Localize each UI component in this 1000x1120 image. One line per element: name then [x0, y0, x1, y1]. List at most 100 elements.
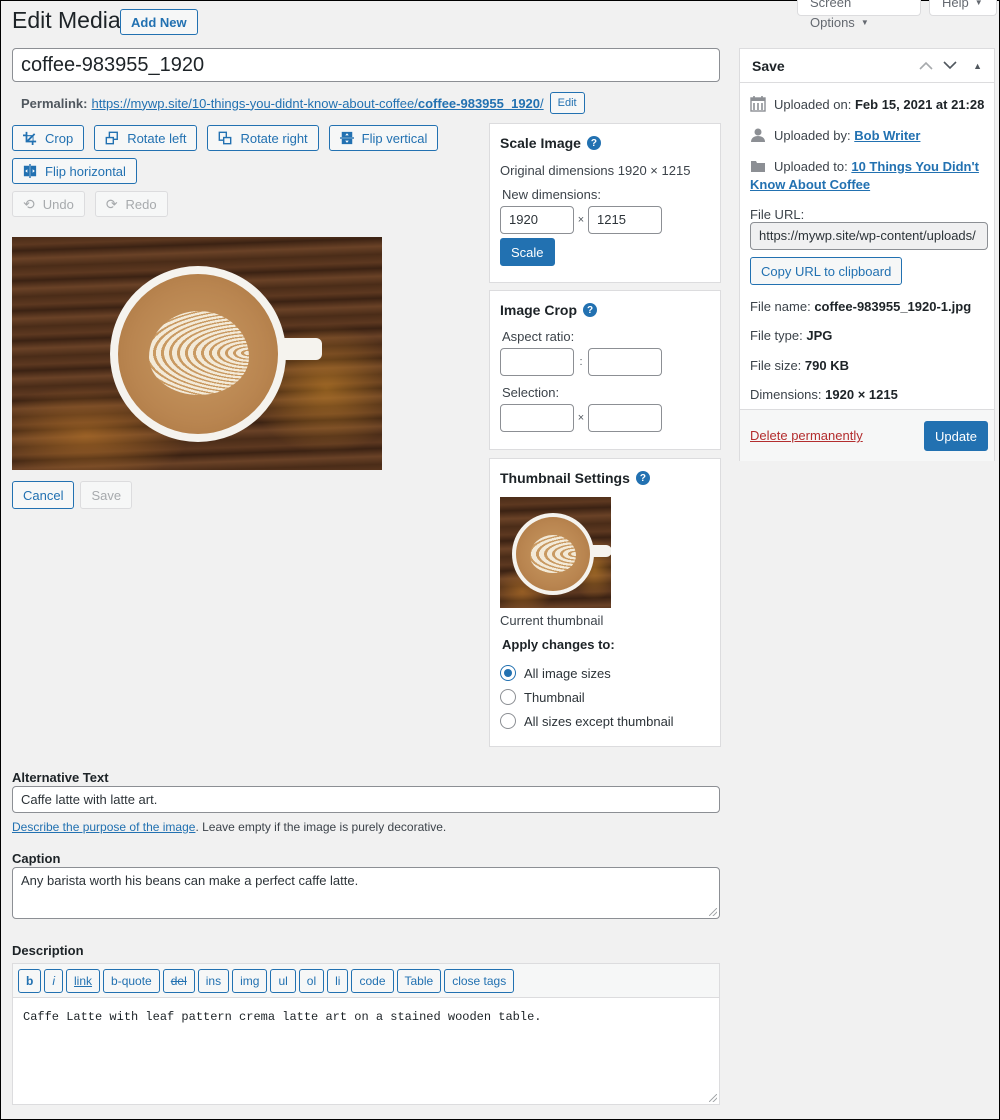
user-icon — [751, 128, 765, 142]
alt-text-input[interactable]: Caffe latte with latte art. — [12, 786, 720, 813]
aspect-height-input[interactable] — [588, 348, 662, 376]
flip-vertical-icon — [339, 131, 354, 145]
dimensions-label: Dimensions: — [750, 387, 822, 402]
rotate-right-icon — [219, 131, 232, 145]
screen-options-tab[interactable]: Screen Options ▼ — [797, 0, 921, 30]
redo-label: Redo — [125, 196, 157, 212]
radio-label: All sizes except thumbnail — [524, 713, 674, 729]
crop-icon — [23, 131, 37, 145]
move-down-icon[interactable] — [943, 61, 957, 70]
qt-italic-button[interactable]: i — [44, 968, 64, 993]
cancel-button[interactable]: Cancel — [12, 481, 75, 509]
caption-label: Caption — [12, 851, 61, 866]
flip-horizontal-button[interactable]: Flip horizontal — [12, 158, 137, 184]
save-metabox-footer: Delete permanently Update — [740, 409, 994, 461]
undo-icon: ⟲ — [23, 195, 35, 212]
thumbnail-settings-title: Thumbnail Settings — [500, 470, 630, 486]
resize-handle-icon[interactable] — [709, 1094, 717, 1102]
screen-options-label: Screen Options — [810, 0, 855, 30]
radio-all-except-thumbnail[interactable]: All sizes except thumbnail — [500, 709, 674, 733]
description-textarea[interactable]: Caffe Latte with leaf pattern crema latt… — [12, 997, 720, 1105]
file-type-value: JPG — [806, 328, 833, 343]
file-size-value: 790 KB — [804, 358, 849, 373]
help-icon[interactable]: ? — [583, 303, 598, 317]
permalink-row: Permalink: https://mywp.site/10-things-y… — [21, 92, 585, 114]
flip-horizontal-icon — [23, 164, 37, 178]
scale-image-heading: Scale Image ? — [500, 135, 601, 151]
help-tab[interactable]: Help ▼ — [929, 0, 997, 16]
qt-ins-button[interactable]: ins — [197, 968, 230, 993]
add-new-button[interactable]: Add New — [120, 9, 198, 35]
scale-button[interactable]: Scale — [500, 238, 555, 266]
rotate-left-button[interactable]: Rotate left — [94, 125, 198, 151]
crop-button[interactable]: Crop — [12, 125, 85, 151]
radio-label: Thumbnail — [524, 689, 585, 705]
qt-li-button[interactable]: li — [327, 968, 349, 993]
uploaded-on-value: Feb 15, 2021 at 21:28 — [854, 96, 985, 112]
qt-img-button[interactable]: img — [232, 968, 268, 993]
aspect-width-input[interactable] — [500, 348, 574, 376]
file-url-input[interactable]: https://mywp.site/wp-content/uploads/ — [750, 222, 988, 250]
qt-table-button[interactable]: Table — [396, 968, 442, 993]
rotate-left-label: Rotate left — [127, 130, 187, 146]
delete-permanently-link[interactable]: Delete permanently — [750, 428, 863, 443]
rotate-right-button[interactable]: Rotate right — [207, 125, 319, 151]
folder-icon — [751, 161, 765, 172]
selection-height-input[interactable] — [588, 404, 662, 432]
edit-slug-button[interactable]: Edit — [549, 92, 585, 114]
help-icon[interactable]: ? — [635, 471, 650, 485]
rotate-left-icon — [105, 131, 119, 145]
uploaded-to-link[interactable]: 10 Things You Didn't — [851, 159, 979, 174]
qt-close-tags-button[interactable]: close tags — [444, 968, 515, 993]
image-preview[interactable] — [12, 237, 382, 470]
qt-bold-button[interactable]: b — [18, 968, 42, 993]
media-title-input[interactable]: coffee-983955_1920 — [12, 48, 720, 82]
uploaded-by-link[interactable]: Bob Writer — [854, 128, 920, 143]
update-button[interactable]: Update — [924, 421, 988, 451]
thumbnail-settings-heading: Thumbnail Settings ? — [500, 470, 650, 486]
qt-del-button[interactable]: del — [162, 968, 195, 993]
radio-all-sizes[interactable]: All image sizes — [500, 661, 674, 685]
caption-textarea[interactable]: Any barista worth his beans can make a p… — [12, 867, 720, 919]
undo-button[interactable]: ⟲ Undo — [12, 191, 85, 217]
qt-ul-button[interactable]: ul — [270, 968, 296, 993]
permalink-trail: / — [540, 95, 544, 111]
selection-width-input[interactable] — [500, 404, 574, 432]
times-separator: × — [577, 412, 585, 424]
qt-ol-button[interactable]: ol — [298, 968, 325, 993]
redo-button[interactable]: ⟳ Redo — [94, 191, 168, 217]
radio-button[interactable] — [500, 689, 516, 705]
undo-label: Undo — [42, 196, 74, 212]
selection-label: Selection: — [502, 385, 560, 400]
scale-width-input[interactable]: 1920 — [500, 206, 574, 234]
crop-label: Crop — [45, 130, 74, 146]
flip-vertical-label: Flip vertical — [361, 130, 428, 146]
copy-url-button[interactable]: Copy URL to clipboard — [750, 257, 903, 285]
permalink-link[interactable]: https://mywp.site/10-things-you-didnt-kn… — [91, 96, 543, 111]
aspect-ratio-label: Aspect ratio: — [502, 329, 575, 344]
save-edit-button[interactable]: Save — [80, 481, 133, 509]
description-value: Caffe Latte with leaf pattern crema latt… — [23, 1010, 542, 1024]
qt-link-button[interactable]: link — [66, 968, 101, 993]
uploaded-to-link-cont[interactable]: Know About Coffee — [750, 177, 870, 192]
radio-button[interactable] — [500, 665, 516, 681]
image-crop-panel: Image Crop ? Aspect ratio: : Selection: … — [489, 290, 721, 450]
calendar-icon — [750, 96, 766, 112]
permalink-base: https://mywp.site/10-things-you-didnt-kn… — [91, 95, 418, 111]
edit-actions: Cancel Save — [12, 481, 133, 509]
qt-code-button[interactable]: code — [351, 968, 394, 993]
qt-blockquote-button[interactable]: b-quote — [103, 968, 160, 993]
describe-purpose-link[interactable]: Describe the purpose of the image — [12, 820, 195, 834]
help-icon[interactable]: ? — [586, 136, 601, 150]
collapse-toggle-icon[interactable]: ▲ — [973, 61, 982, 71]
radio-thumbnail[interactable]: Thumbnail — [500, 685, 674, 709]
scale-height-input[interactable]: 1215 — [588, 206, 662, 234]
resize-handle-icon[interactable] — [709, 908, 717, 916]
caption-value: Any barista worth his beans can make a p… — [21, 873, 359, 888]
flip-vertical-button[interactable]: Flip vertical — [328, 125, 439, 151]
file-type: File type: JPG — [750, 328, 832, 343]
move-up-icon[interactable] — [919, 61, 933, 70]
radio-button[interactable] — [500, 713, 516, 729]
caret-down-icon: ▼ — [974, 0, 983, 7]
alt-text-label: Alternative Text — [12, 770, 109, 785]
